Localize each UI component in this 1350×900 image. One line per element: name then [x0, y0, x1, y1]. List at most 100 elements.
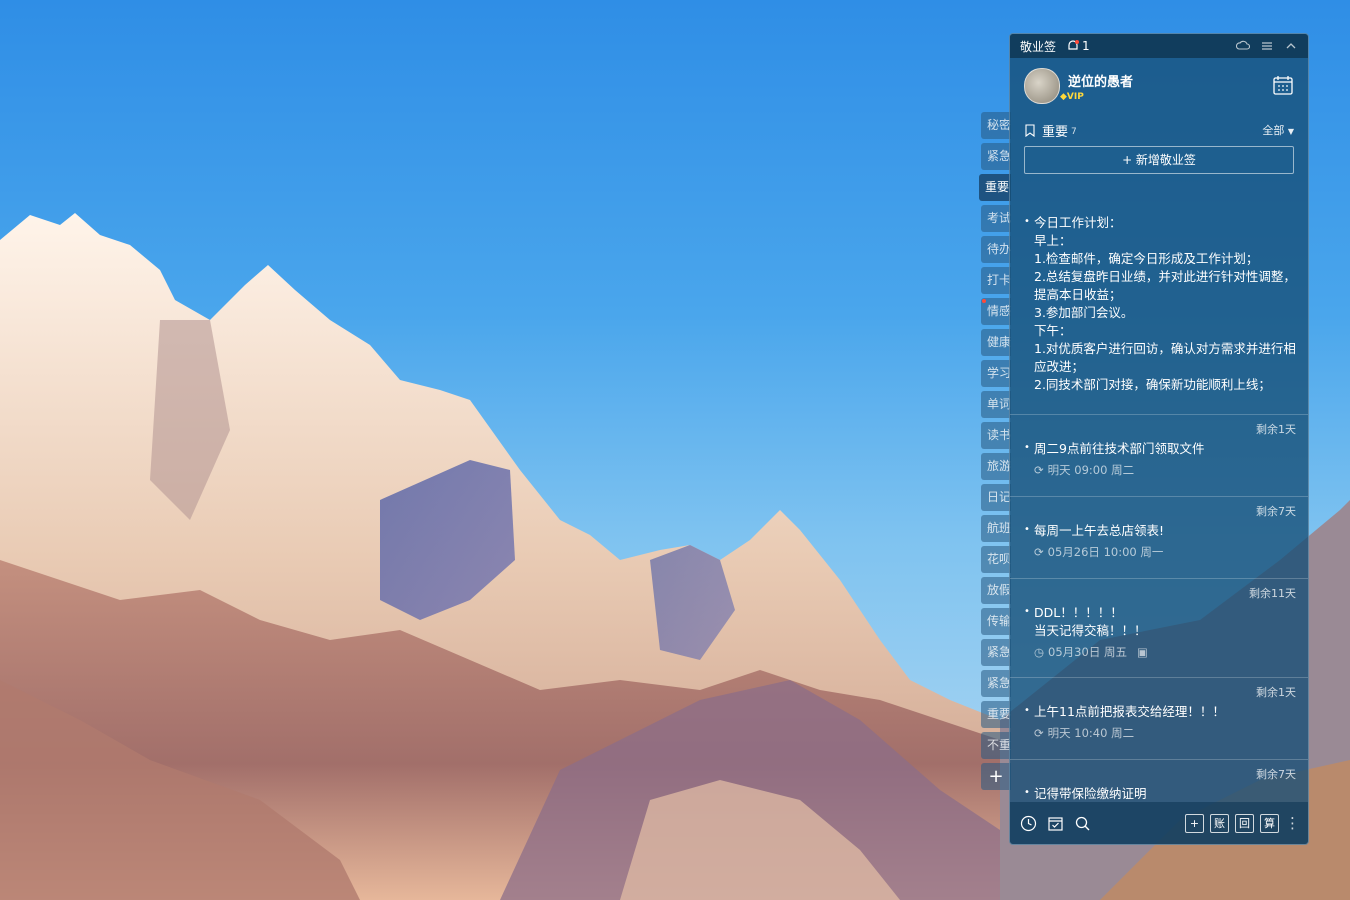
- side-tab[interactable]: 待办: [981, 236, 1011, 263]
- search-icon[interactable]: [1074, 815, 1091, 832]
- user-profile: 逆位的愚者 ◆ VIP: [1010, 58, 1308, 114]
- note-line: 记得带保险缴纳证明: [1034, 786, 1147, 801]
- remaining-days: 剩余1天: [1256, 423, 1296, 436]
- check-calendar-icon[interactable]: [1047, 815, 1064, 832]
- remaining-days: 剩余11天: [1249, 587, 1296, 600]
- add-category-button[interactable]: +: [981, 763, 1011, 790]
- side-tab[interactable]: 传输: [981, 608, 1011, 635]
- note-reminder: ⟳ 明天 09:00 周二: [1024, 462, 1296, 478]
- remaining-days: 剩余7天: [1256, 505, 1296, 518]
- repeat-icon: ⟳: [1034, 545, 1044, 559]
- note-item[interactable]: 今日工作计划： 早上： 1.检查邮件，确定今日形成及工作计划； 2.总结复盘昨日业绩，…: [1010, 192, 1308, 415]
- side-tab[interactable]: 健康: [981, 329, 1011, 356]
- note-line: 下午：: [1034, 323, 1072, 338]
- calendar-icon[interactable]: [1272, 74, 1294, 96]
- add-note-button[interactable]: + 新增敬业签: [1024, 146, 1294, 174]
- repeat-icon: ⟳: [1034, 463, 1044, 477]
- note-line: 2.总结复盘昨日业绩，并对此进行针对性调整，提高本日收益；: [1034, 269, 1296, 302]
- repeat-icon: ⟳: [1034, 726, 1044, 740]
- filter-dropdown[interactable]: 全部 ▼: [1262, 122, 1294, 138]
- remaining-days: 剩余7天: [1256, 768, 1296, 781]
- notification-button[interactable]: 1: [1066, 39, 1090, 53]
- side-tab[interactable]: 紧急: [981, 143, 1011, 170]
- side-tab[interactable]: 学习: [981, 360, 1011, 387]
- side-tab[interactable]: 不重: [981, 732, 1011, 759]
- note-text: 上午11点前把报表交给经理！！！: [1024, 702, 1296, 721]
- note-line: 早上：: [1034, 233, 1072, 248]
- note-item[interactable]: 剩余1天周二9点前往技术部门领取文件 ⟳明天 09:00 周二: [1010, 415, 1308, 497]
- section-header: 重要 7 全部 ▼: [1010, 116, 1308, 144]
- sticky-notes-panel: 敬业签 1 逆位的愚者 ◆ VIP 重要 7 全部 ▼ + 新增敬业签 • 今日…: [1009, 33, 1309, 845]
- note-line: 当天记得交稿！！！: [1034, 623, 1147, 638]
- note-text: 今日工作计划： 早上： 1.检查邮件，确定今日形成及工作计划； 2.总结复盘昨日业绩，…: [1024, 213, 1296, 394]
- note-reminder: ⟳ 明天 10:40 周二: [1024, 725, 1296, 741]
- side-tab[interactable]: 放假: [981, 577, 1011, 604]
- side-tab[interactable]: 打卡: [981, 267, 1011, 294]
- side-tab[interactable]: 花呗: [981, 546, 1011, 573]
- note-line: 3.参加部门会议。: [1034, 305, 1134, 320]
- side-tab[interactable]: 秘密: [981, 112, 1011, 139]
- panel-titlebar[interactable]: 敬业签 1: [1010, 34, 1308, 58]
- note-item[interactable]: 剩余1天上午11点前把报表交给经理！！！ ⟳明天 10:40 周二: [1010, 678, 1308, 760]
- avatar[interactable]: [1024, 68, 1060, 104]
- section-title: 重要: [1042, 124, 1069, 140]
- lock-icon: ▣: [1136, 645, 1148, 659]
- bell-icon: [1068, 40, 1080, 50]
- cloud-sync-icon[interactable]: [1236, 39, 1250, 53]
- vip-badge: ◆ VIP: [1060, 91, 1084, 102]
- username[interactable]: 逆位的愚者: [1068, 71, 1133, 90]
- reminder-time: 05月26日 10:00 周一: [1047, 545, 1164, 559]
- notes-list: 今日工作计划： 早上： 1.检查邮件，确定今日形成及工作计划； 2.总结复盘昨日业绩，…: [1010, 192, 1308, 802]
- note-item[interactable]: 剩余11天 DDL！！！！！ 当天记得交稿！！！ ◷05月30日 周五 ▣: [1010, 579, 1308, 678]
- note-line: 今日工作计划：: [1034, 215, 1122, 230]
- note-line: 上午11点前把报表交给经理！！！: [1034, 704, 1225, 719]
- note-line: 1.检查邮件，确定今日形成及工作计划；: [1034, 251, 1259, 266]
- side-tab[interactable]: 考试: [981, 205, 1011, 232]
- note-reminder: ◷ 05月30日 周五 ▣: [1024, 644, 1296, 660]
- side-tab[interactable]: 航班: [981, 515, 1011, 542]
- caret-down-icon: ▼: [1287, 127, 1294, 136]
- reminder-time: 05月30日 周五: [1048, 645, 1127, 659]
- note-line: 周二9点前往技术部门领取文件: [1034, 441, 1205, 456]
- side-tab[interactable]: 情感: [981, 298, 1011, 325]
- note-line: 每周一上午去总店领表!: [1034, 523, 1165, 538]
- side-tab[interactable]: 紧急: [981, 670, 1011, 697]
- account-tool-button[interactable]: 账: [1210, 813, 1229, 833]
- reply-tool-button[interactable]: 回: [1235, 813, 1254, 833]
- add-tool-button[interactable]: +: [1185, 813, 1204, 833]
- app-title: 敬业签: [1020, 39, 1057, 54]
- note-line: 1.对优质客户进行回访，确认对方需求并进行相应改进；: [1034, 341, 1296, 374]
- note-text: 周二9点前往技术部门领取文件: [1024, 439, 1296, 458]
- clock-icon[interactable]: [1020, 815, 1037, 832]
- bottom-toolbar: + 账 回 算 ⋮: [1010, 802, 1308, 844]
- side-tab[interactable]: 紧急: [981, 639, 1011, 666]
- note-line: 2.同技术部门对接，确保新功能顺利上线；: [1034, 377, 1271, 392]
- collapse-icon[interactable]: [1284, 39, 1298, 53]
- side-tab[interactable]: 日记: [981, 484, 1011, 511]
- note-item[interactable]: 剩余7天记得带保险缴纳证明⟳05月26日 09:00 周一: [1010, 760, 1308, 802]
- more-options-icon[interactable]: ⋮: [1285, 814, 1300, 832]
- section-count: 7: [1071, 127, 1077, 137]
- menu-icon[interactable]: [1260, 39, 1274, 53]
- remaining-days: 剩余1天: [1256, 686, 1296, 699]
- unread-dot: [982, 299, 986, 303]
- note-reminder: ⟳ 05月26日 10:00 周一: [1024, 544, 1296, 560]
- note-text: 每周一上午去总店领表!: [1024, 521, 1296, 540]
- side-tab[interactable]: 重要: [979, 174, 1011, 201]
- side-tab[interactable]: 旅游: [981, 453, 1011, 480]
- bookmark-icon: [1025, 123, 1035, 137]
- side-tab[interactable]: 单词: [981, 391, 1011, 418]
- side-tab[interactable]: 重要: [981, 701, 1011, 728]
- note-line: DDL！！！！！: [1034, 605, 1123, 620]
- category-tab-strip: 秘密 紧急 重要 考试 待办 打卡 情感 健康 学习 单词 读书 旅游 日记 航班 花呗 放假 传输 紧急 紧急 重要…: [979, 112, 1011, 790]
- diamond-icon: ◆: [1060, 91, 1067, 102]
- clock-icon: ◷: [1034, 645, 1045, 659]
- reminder-time: 明天 09:00 周二: [1047, 463, 1135, 477]
- note-item[interactable]: 剩余7天每周一上午去总店领表! ⟳05月26日 10:00 周一: [1010, 497, 1308, 579]
- side-tab[interactable]: 读书: [981, 422, 1011, 449]
- notification-count: 1: [1082, 39, 1090, 53]
- reminder-time: 明天 10:40 周二: [1047, 726, 1135, 740]
- calculator-tool-button[interactable]: 算: [1260, 813, 1279, 833]
- note-text: 记得带保险缴纳证明: [1024, 784, 1296, 802]
- note-text: DDL！！！！！ 当天记得交稿！！！: [1024, 603, 1296, 640]
